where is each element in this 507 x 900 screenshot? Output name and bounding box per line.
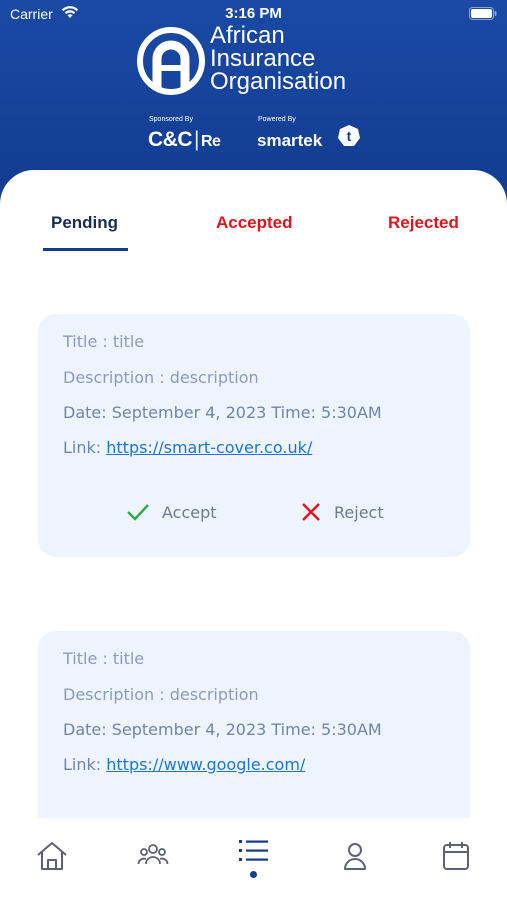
card-datetime: Date: September 4, 2023 Time: 5:30AM: [63, 403, 382, 422]
active-nav-dot: [250, 871, 257, 878]
close-icon: [302, 503, 320, 521]
organisation-name: African Insurance Organisation: [210, 22, 347, 95]
card-link[interactable]: https://www.google.com/: [106, 755, 305, 774]
nav-requests[interactable]: [237, 836, 271, 870]
tab-rejected[interactable]: Rejected: [388, 213, 459, 233]
sponsor-name-suffix: Re: [200, 133, 221, 150]
nav-profile[interactable]: [340, 840, 370, 876]
badge-letter: t: [347, 128, 352, 144]
smartek-badge-icon: t: [336, 124, 362, 152]
reject-label: Reject: [334, 502, 384, 522]
logo-line-3: Organisation: [210, 68, 347, 95]
bottom-nav: [0, 818, 507, 900]
list-icon: [239, 840, 268, 861]
card-description: Description : description: [63, 368, 259, 387]
powered-by-logo: smartek: [257, 131, 323, 150]
organisation-logo: [137, 25, 205, 101]
active-tab-indicator: [43, 248, 128, 251]
card-link-row: Link: https://smart-cover.co.uk/: [63, 438, 312, 457]
sponsored-by-label: Sponsored By: [149, 116, 193, 123]
sponsor-name: C&C: [148, 128, 193, 151]
card-actions: Accept Reject: [38, 500, 470, 530]
nav-home[interactable]: [35, 840, 69, 876]
tab-pending[interactable]: Pending: [51, 213, 118, 233]
card-link-label: Link:: [63, 438, 107, 457]
logo-line-1: African: [210, 22, 285, 49]
request-card: Title : title Description : description …: [38, 314, 470, 557]
content-sheet: Pending Accepted Rejected Title : title …: [0, 170, 507, 851]
calendar-icon: [443, 842, 469, 870]
logo-line-2: Insurance: [210, 45, 316, 72]
clock-time: 3:16 PM: [225, 5, 282, 22]
tab-accepted[interactable]: Accepted: [216, 213, 293, 233]
people-icon: [137, 844, 169, 865]
card-link[interactable]: https://smart-cover.co.uk/: [106, 438, 312, 457]
reject-button[interactable]: Reject: [300, 502, 384, 522]
card-title: Title : title: [63, 649, 145, 668]
battery-icon: [469, 7, 497, 24]
card-description: Description : description: [63, 685, 259, 704]
accept-button[interactable]: Accept: [126, 502, 217, 522]
profile-icon: [344, 843, 366, 870]
powered-by-label: Powered By: [258, 116, 296, 123]
card-datetime: Date: September 4, 2023 Time: 5:30AM: [63, 720, 382, 739]
status-tabs: Pending Accepted Rejected: [0, 170, 507, 260]
card-link-label: Link:: [63, 755, 107, 774]
card-title: Title : title: [63, 332, 145, 351]
card-link-row: Link: https://www.google.com/: [63, 755, 305, 774]
accept-label: Accept: [162, 502, 217, 522]
nav-calendar[interactable]: [441, 840, 471, 876]
home-icon: [37, 842, 67, 870]
nav-community[interactable]: [137, 840, 169, 874]
sponsor-logo: C&C| Re: [148, 128, 221, 151]
check-icon: [127, 504, 149, 521]
